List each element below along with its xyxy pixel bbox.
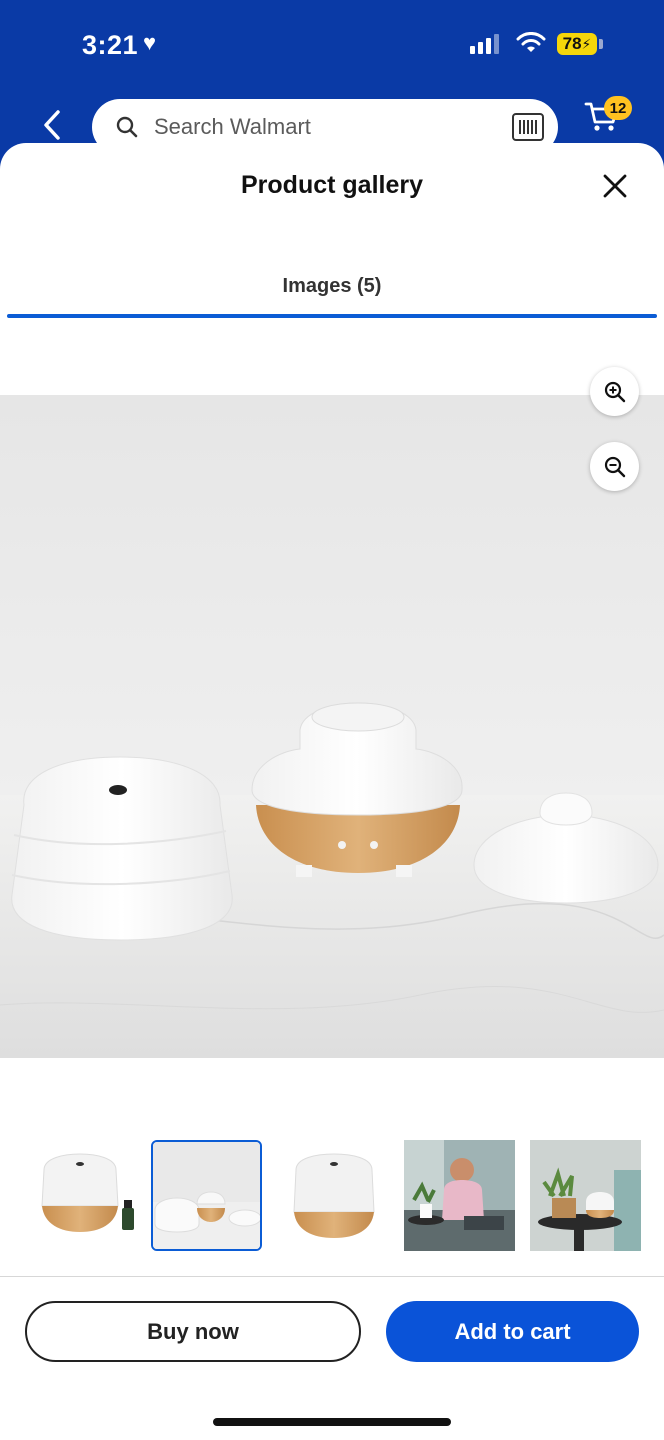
thumbnail-4[interactable] xyxy=(404,1140,515,1251)
buy-now-button[interactable]: Buy now xyxy=(25,1301,361,1362)
search-placeholder: Search Walmart xyxy=(154,114,311,139)
search-icon xyxy=(116,116,138,138)
diffuser-on-table-thumbnail xyxy=(530,1140,641,1251)
battery-level: 78 xyxy=(562,34,582,53)
cellular-signal-icon xyxy=(470,34,499,54)
zoom-in-icon xyxy=(604,381,625,402)
cart-count-badge: 12 xyxy=(604,96,632,120)
back-button[interactable] xyxy=(40,108,64,148)
main-product-image[interactable] xyxy=(0,395,664,1058)
diffuser-with-oil-thumbnail xyxy=(24,1140,135,1251)
charging-bolt-icon: ⚡ xyxy=(581,35,592,52)
zoom-in-button[interactable] xyxy=(590,367,639,416)
battery-indicator: 78 ⚡ xyxy=(557,33,597,55)
diffuser-disassembled-illustration xyxy=(0,395,664,1058)
man-in-living-room-thumbnail xyxy=(404,1140,515,1251)
thumbnail-5[interactable] xyxy=(530,1140,641,1251)
tab-active-indicator xyxy=(7,314,657,318)
thumbnail-2[interactable] xyxy=(151,1140,262,1251)
footer-divider xyxy=(0,1276,664,1277)
wifi-icon xyxy=(516,32,546,52)
add-to-cart-button[interactable]: Add to cart xyxy=(386,1301,639,1362)
status-time: 3:21 xyxy=(82,30,139,60)
heart-icon: ♥ xyxy=(143,30,157,55)
battery-tip xyxy=(599,39,603,49)
status-bar: 3:21 ♥ 78 ⚡ xyxy=(0,0,664,90)
chevron-left-icon xyxy=(44,110,60,140)
zoom-out-icon xyxy=(604,456,625,477)
zoom-out-button[interactable] xyxy=(590,442,639,491)
thumbnail-3[interactable] xyxy=(278,1140,389,1251)
home-indicator xyxy=(213,1418,451,1426)
barcode-scan-icon[interactable] xyxy=(512,113,544,141)
diffuser-disassembled-thumbnail xyxy=(153,1142,260,1249)
close-icon[interactable] xyxy=(600,171,630,201)
thumbnail-strip xyxy=(0,1140,664,1252)
sheet-title: Product gallery xyxy=(241,171,423,199)
thumbnail-1[interactable] xyxy=(24,1140,135,1251)
diffuser-front-thumbnail xyxy=(278,1140,389,1251)
tab-images[interactable]: Images (5) xyxy=(7,261,657,317)
